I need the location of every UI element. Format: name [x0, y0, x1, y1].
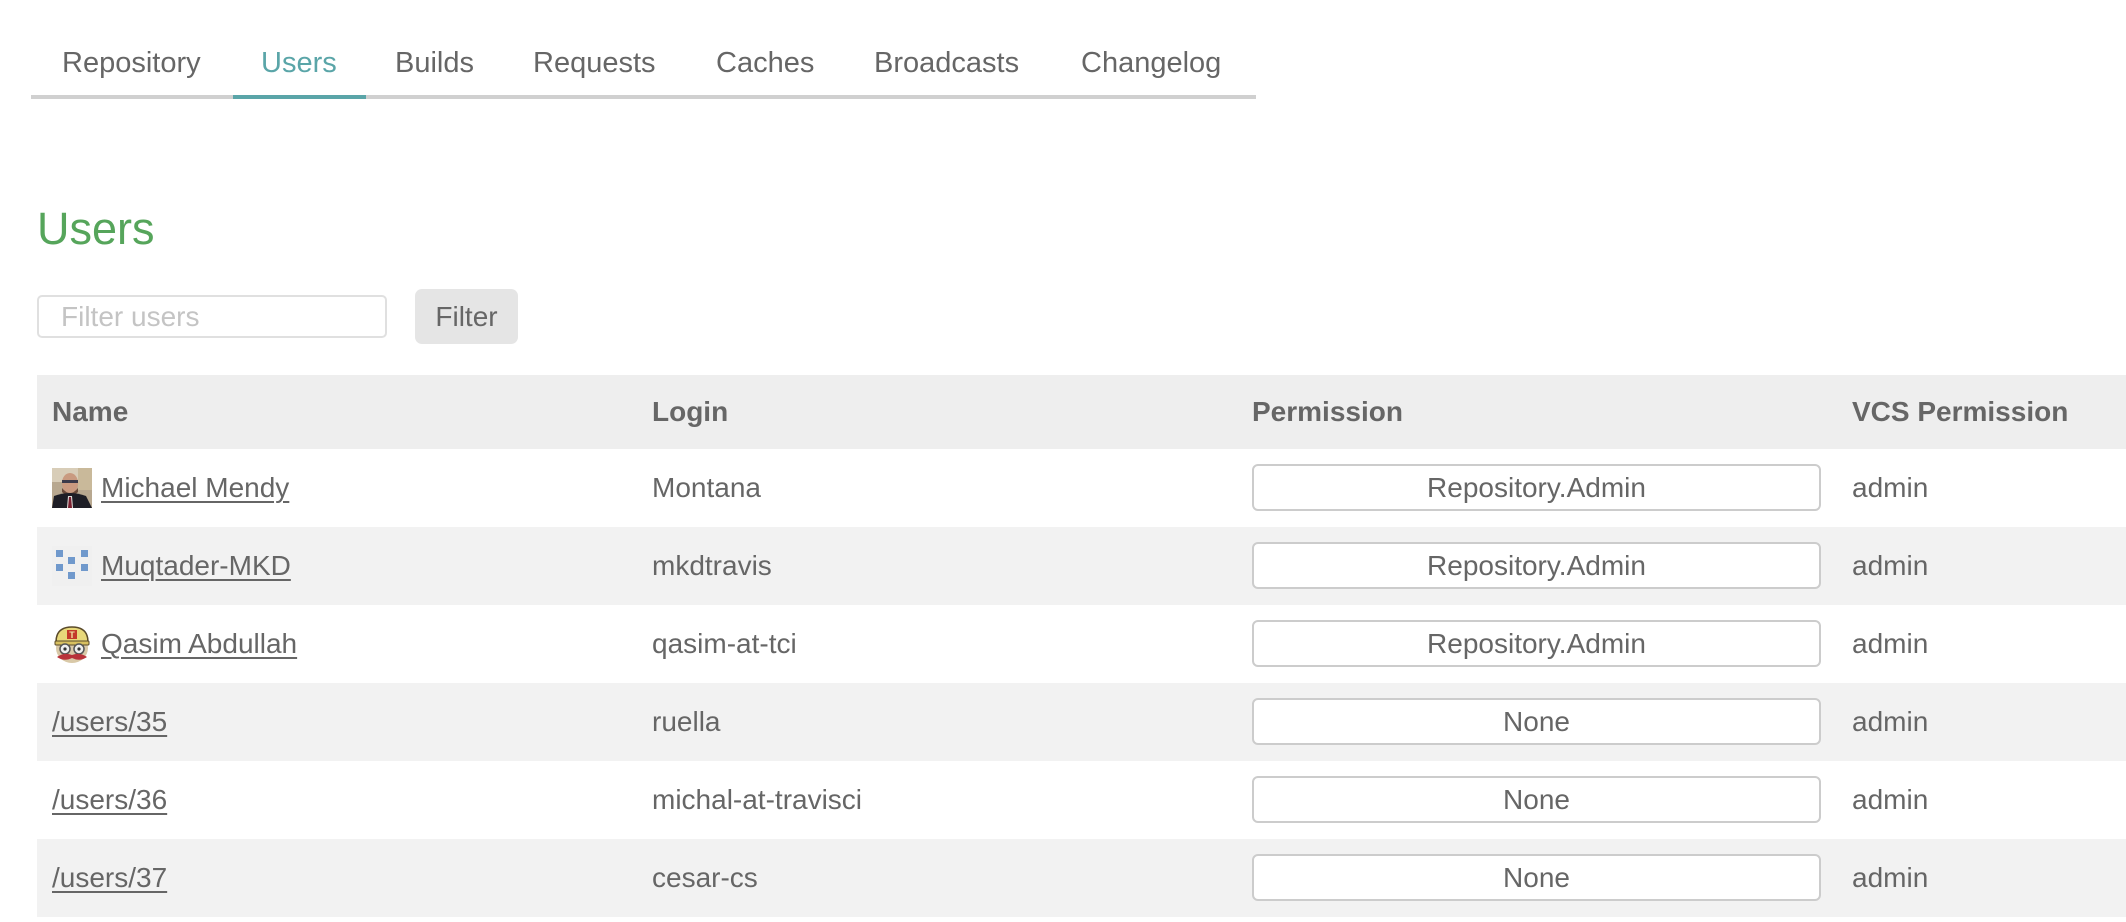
- table-header: Name Login Permission VCS Permission: [37, 375, 2126, 449]
- permission-select[interactable]: None: [1252, 776, 1821, 823]
- page-title: Users: [37, 203, 155, 254]
- user-path-link[interactable]: /users/35: [52, 683, 167, 761]
- table-row: /users/36 michal-at-travisci None admin: [37, 761, 2126, 839]
- login-cell: Montana: [652, 472, 761, 503]
- column-header-vcs-permission: VCS Permission: [1852, 396, 2069, 427]
- permission-select[interactable]: Repository.Admin: [1252, 542, 1821, 589]
- filter-button[interactable]: Filter: [415, 289, 518, 344]
- user-path-link[interactable]: /users/36: [52, 761, 167, 839]
- photo-avatar-icon: [52, 468, 92, 508]
- name-cell: /users/37: [52, 839, 167, 917]
- name-cell: T Qasim Abdullah: [52, 605, 297, 683]
- login-cell: mkdtravis: [652, 550, 772, 581]
- vcs-permission-cell: admin: [1852, 472, 1929, 503]
- column-header-name: Name: [52, 396, 129, 427]
- table-row: /users/37 cesar-cs None admin: [37, 839, 2126, 917]
- name-cell: Muqtader-MKD: [52, 527, 291, 605]
- login-cell: ruella: [652, 706, 721, 737]
- login-cell: qasim-at-tci: [652, 628, 797, 659]
- table-row: Michael Mendy Montana Repository.Admin a…: [37, 449, 2126, 527]
- column-header-permission: Permission: [1252, 396, 1403, 427]
- permission-select[interactable]: Repository.Admin: [1252, 464, 1821, 511]
- permission-select[interactable]: None: [1252, 854, 1821, 901]
- tab-bar: Repository Users Builds Requests Caches …: [31, 0, 1256, 99]
- active-tab-indicator: [233, 95, 366, 99]
- name-cell: Michael Mendy: [52, 449, 289, 527]
- name-cell: /users/36: [52, 761, 167, 839]
- vcs-permission-cell: admin: [1852, 784, 1929, 815]
- tab-repository[interactable]: Repository: [62, 40, 201, 99]
- tab-caches[interactable]: Caches: [716, 40, 814, 99]
- tab-changelog[interactable]: Changelog: [1081, 40, 1221, 99]
- vcs-permission-cell: admin: [1852, 628, 1929, 659]
- user-name-link[interactable]: Qasim Abdullah: [101, 605, 297, 683]
- tab-broadcasts[interactable]: Broadcasts: [874, 40, 1019, 99]
- table-row: Muqtader-MKD mkdtravis Repository.Admin …: [37, 527, 2126, 605]
- name-cell: /users/35: [52, 683, 167, 761]
- svg-text:T: T: [69, 630, 75, 640]
- permission-select[interactable]: Repository.Admin: [1252, 620, 1821, 667]
- login-cell: cesar-cs: [652, 862, 758, 893]
- vcs-permission-cell: admin: [1852, 706, 1929, 737]
- user-name-link[interactable]: Muqtader-MKD: [101, 527, 291, 605]
- filter-users-input[interactable]: [37, 295, 387, 338]
- tab-builds[interactable]: Builds: [395, 40, 474, 99]
- travis-mascot-avatar-icon: T: [54, 626, 90, 663]
- user-name-link[interactable]: Michael Mendy: [101, 449, 289, 527]
- table-row: T Qasim Abdullah qasim-at-tci Repository…: [37, 605, 2126, 683]
- column-header-login: Login: [652, 396, 729, 427]
- vcs-permission-cell: admin: [1852, 862, 1929, 893]
- identicon-avatar-icon: [52, 546, 92, 586]
- permission-select[interactable]: None: [1252, 698, 1821, 745]
- user-path-link[interactable]: /users/37: [52, 839, 167, 917]
- login-cell: michal-at-travisci: [652, 784, 863, 815]
- table-row: /users/35 ruella None admin: [37, 683, 2126, 761]
- tab-requests[interactable]: Requests: [533, 40, 656, 99]
- users-table: Name Login Permission VCS Permission Mic…: [37, 375, 2126, 917]
- tab-users[interactable]: Users: [261, 40, 337, 99]
- vcs-permission-cell: admin: [1852, 550, 1929, 581]
